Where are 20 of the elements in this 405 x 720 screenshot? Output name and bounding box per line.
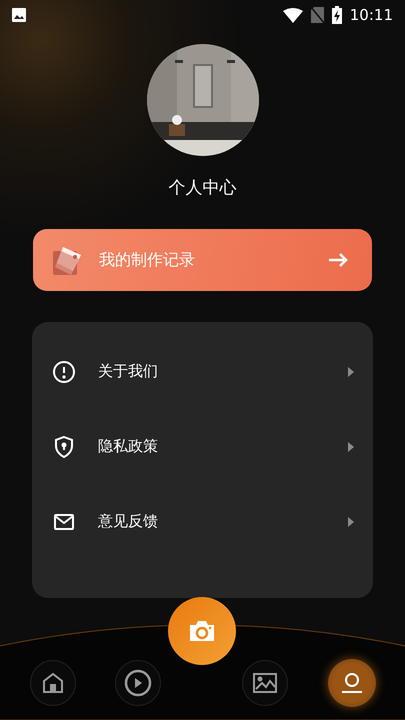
image-icon	[12, 8, 26, 22]
no-sim-icon	[310, 7, 324, 23]
wifi-icon	[282, 8, 303, 22]
chevron-right-icon	[347, 516, 355, 528]
menu-item[interactable]: 关于我们	[32, 334, 373, 409]
menu-item[interactable]: 隐私政策	[32, 409, 373, 484]
menu-item[interactable]: 意见反馈	[32, 484, 373, 559]
chevron-right-icon	[347, 440, 355, 452]
play-icon	[124, 669, 152, 697]
home-icon	[42, 672, 64, 694]
camera-icon	[188, 619, 216, 643]
image-icon	[253, 673, 277, 693]
arrow-right-icon	[328, 252, 348, 268]
shield-icon	[52, 434, 76, 458]
chevron-right-icon	[347, 366, 355, 378]
status-time: 10:11	[350, 6, 393, 24]
info-icon	[52, 360, 76, 384]
user-icon	[341, 672, 363, 694]
battery-charging-icon	[332, 6, 342, 24]
page-title: 个人中心	[168, 177, 236, 199]
